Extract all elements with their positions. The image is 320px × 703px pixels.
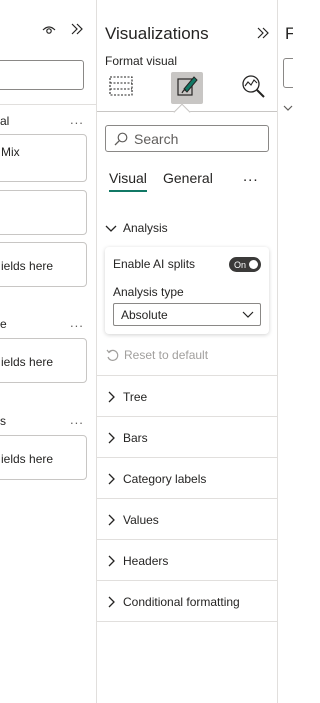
build-visual-button[interactable] — [105, 72, 137, 104]
section-divider — [97, 580, 277, 581]
section-tree-label: Tree — [123, 390, 148, 404]
well-box-3[interactable]: ields here — [0, 242, 87, 287]
collapse-fields-icon[interactable] — [70, 22, 84, 40]
enable-ai-splits-label: Enable AI splits — [113, 257, 196, 271]
eye-icon[interactable] — [42, 22, 56, 40]
toggle-knob — [249, 260, 258, 269]
fields-divider — [0, 104, 96, 105]
format-search-input[interactable]: Search — [105, 125, 269, 152]
section-divider — [97, 416, 277, 417]
section-bars-label: Bars — [123, 431, 148, 445]
filters-search-input[interactable] — [283, 58, 293, 88]
build-visual-icon — [109, 75, 133, 102]
section-conditional-formatting-header[interactable]: Conditional formatting — [105, 595, 240, 609]
toggle-on-text: On — [234, 259, 247, 270]
visualizations-pane: Visualizations Format visual Search Visu… — [97, 0, 278, 703]
visualizations-title: Visualizations — [105, 24, 209, 43]
chevron-down-icon[interactable] — [283, 100, 293, 118]
reset-icon — [106, 349, 119, 362]
section-conditional-formatting-label: Conditional formatting — [123, 595, 240, 609]
section-divider — [97, 498, 277, 499]
analytics-magnifier-icon — [240, 73, 266, 104]
format-visual-button[interactable] — [171, 72, 203, 104]
reset-label: Reset to default — [124, 348, 209, 362]
well-more-button-4[interactable]: ... — [70, 315, 84, 330]
active-tab-pointer — [173, 103, 191, 121]
chevron-right-icon — [105, 473, 117, 485]
well-box-5[interactable]: ields here — [0, 435, 87, 480]
chevron-right-icon — [105, 514, 117, 526]
well-value-5: ields here — [1, 452, 54, 466]
section-divider — [97, 375, 277, 376]
well-label-1: al — [0, 114, 10, 128]
reset-to-default-button[interactable]: Reset to default — [106, 348, 208, 362]
chevron-down-icon — [242, 311, 254, 318]
section-divider — [97, 539, 277, 540]
section-headers-header[interactable]: Headers — [105, 554, 168, 568]
section-divider — [97, 621, 277, 622]
well-value-3: ields here — [1, 259, 54, 273]
well-value-1: Mix — [1, 145, 20, 159]
well-value-4: ields here — [1, 355, 54, 369]
filters-pane-partial: F — [278, 0, 293, 703]
section-values-header[interactable]: Values — [105, 513, 159, 527]
section-divider — [97, 457, 277, 458]
analysis-card: Enable AI splits On Analysis type Absolu… — [105, 247, 269, 334]
well-box-4[interactable]: ields here — [0, 338, 87, 383]
tab-general[interactable]: General — [163, 170, 213, 186]
analysis-type-value: Absolute — [121, 307, 168, 322]
format-visual-label: Format visual — [105, 54, 178, 68]
well-box-2[interactable] — [0, 190, 87, 235]
chevron-down-icon — [105, 222, 117, 234]
analytics-button[interactable] — [237, 72, 269, 104]
filters-pane-title: F — [285, 24, 293, 43]
tabs-more-button[interactable]: ... — [243, 168, 259, 185]
fields-pane: al ... Mix ields here e ... ields here s… — [0, 0, 97, 703]
chevron-right-icon — [105, 555, 117, 567]
analysis-type-dropdown[interactable]: Absolute — [113, 303, 261, 326]
well-more-button-1[interactable]: ... — [70, 112, 84, 127]
chevron-right-icon — [105, 391, 117, 403]
section-headers-label: Headers — [123, 554, 169, 568]
well-label-5: s — [0, 414, 6, 428]
well-box-1[interactable]: Mix — [0, 134, 87, 182]
section-tree-header[interactable]: Tree — [105, 390, 147, 404]
search-icon — [114, 132, 128, 146]
section-category-labels-header[interactable]: Category labels — [105, 472, 206, 486]
fields-pane-toolbar — [42, 22, 84, 40]
collapse-visualizations-icon[interactable] — [256, 26, 270, 44]
section-analysis-header[interactable]: Analysis — [105, 221, 168, 235]
section-bars-header[interactable]: Bars — [105, 431, 148, 445]
tab-visual[interactable]: Visual — [109, 170, 147, 192]
enable-ai-splits-toggle[interactable]: On — [229, 257, 261, 272]
analysis-type-label: Analysis type — [113, 285, 184, 299]
well-more-button-5[interactable]: ... — [70, 412, 84, 427]
section-analysis-label: Analysis — [123, 221, 168, 235]
chevron-right-icon — [105, 432, 117, 444]
section-values-label: Values — [123, 513, 159, 527]
fields-search-input[interactable] — [0, 60, 84, 90]
search-placeholder: Search — [134, 130, 179, 147]
well-label-4: e — [0, 317, 7, 331]
section-category-labels-label: Category labels — [123, 472, 207, 486]
paintbrush-icon — [175, 74, 199, 103]
chevron-right-icon — [105, 596, 117, 608]
